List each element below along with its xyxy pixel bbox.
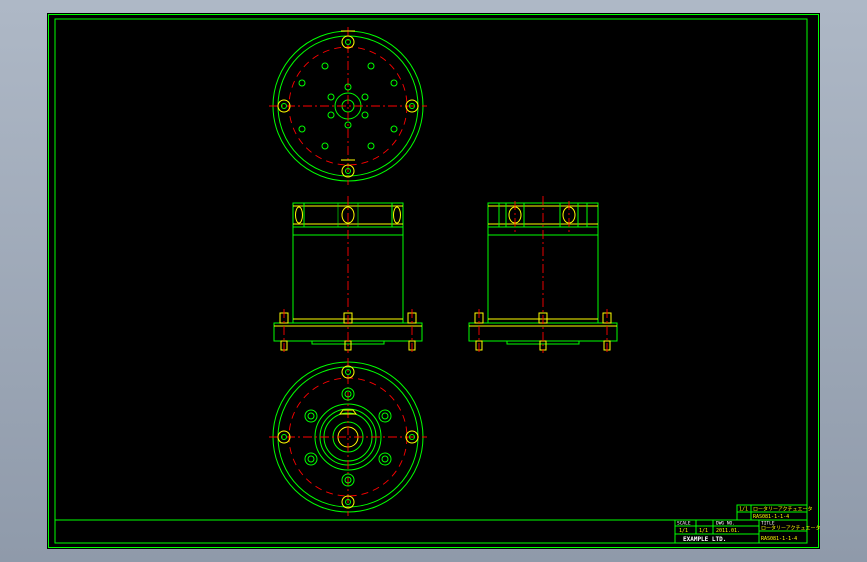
bottom-view <box>269 358 427 516</box>
sheet-outer-border <box>48 14 819 548</box>
stack-title: ロータリーアクチュエータ <box>753 506 813 513</box>
sheet-value: 1/1 <box>699 528 708 534</box>
title-block: SCALE 1/1 1/1 DWG NO. 2011.01. EXAMPLE L… <box>674 504 820 544</box>
cad-drawing: SCALE 1/1 1/1 DWG NO. 2011.01. EXAMPLE L… <box>48 14 820 548</box>
date-value: 2011.01. <box>716 528 740 534</box>
stack-drawing-number: RAS081-1-1-4 <box>753 514 789 520</box>
stack-scale: 1/1 <box>739 507 748 513</box>
top-view <box>269 27 427 185</box>
drawing-header: DWG NO. <box>716 521 735 527</box>
scale-value: 1/1 <box>679 528 688 534</box>
title-value: ロータリーアクチュエータ <box>761 525 820 532</box>
company-name: EXAMPLE LTD. <box>683 536 726 543</box>
scale-header: SCALE <box>677 521 691 527</box>
sheet-inner-border <box>54 18 808 544</box>
side-view <box>468 196 618 353</box>
cad-viewport[interactable]: SCALE 1/1 1/1 DWG NO. 2011.01. EXAMPLE L… <box>47 13 820 549</box>
front-view <box>273 196 423 353</box>
drawing-number: RAS081-1-1-4 <box>761 536 797 542</box>
